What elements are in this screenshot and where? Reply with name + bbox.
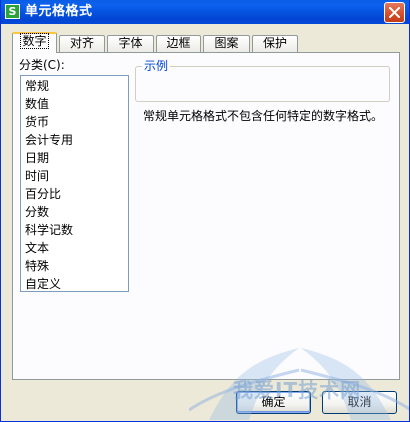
list-item[interactable]: 百分比 [21,185,128,203]
close-icon [389,7,400,18]
category-label: 分类(C): [19,58,65,72]
list-item[interactable]: 货币 [21,113,128,131]
list-item[interactable]: 日期 [21,149,128,167]
tab-label: 对齐 [69,36,94,50]
sample-legend: 示例 [142,58,171,74]
list-item[interactable]: 分数 [21,203,128,221]
sample-group: 示例 [135,58,390,102]
tab-label: 字体 [118,36,143,50]
tab-label: 图案 [214,36,239,50]
tab-label: 边框 [166,36,191,50]
tab-border[interactable]: 边框 [156,35,201,52]
number-tab-panel: 分类(C): 常规 数值 货币 会计专用 日期 时间 百分比 分数 科学记数 文… [12,52,400,380]
tab-number[interactable]: 数字 [12,32,57,53]
category-list[interactable]: 常规 数值 货币 会计专用 日期 时间 百分比 分数 科学记数 文本 特殊 自定… [20,75,129,292]
watermark-text: 我爱IT技术网 [233,378,362,402]
format-description: 常规单元格格式不包含任何特定的数字格式。 [143,109,384,123]
tab-protection[interactable]: 保护 [252,35,298,52]
tab-label: 数字 [20,33,49,49]
list-item[interactable]: 常规 [21,77,128,95]
tab-pattern[interactable]: 图案 [203,35,250,52]
close-button[interactable] [384,2,405,23]
title-bar[interactable]: S 单元格格式 [1,0,409,24]
list-item[interactable]: 自定义 [21,275,128,293]
format-cells-dialog: S 单元格格式 数字 对齐 字体 边框 图案 保护 分类(C): 常规 数值 货… [0,0,410,422]
list-item[interactable]: 时间 [21,167,128,185]
list-item[interactable]: 数值 [21,95,128,113]
window-title: 单元格格式 [25,4,93,19]
list-item[interactable]: 会计专用 [21,131,128,149]
list-item[interactable]: 特殊 [21,257,128,275]
tab-font[interactable]: 字体 [107,35,154,52]
list-item[interactable]: 文本 [21,239,128,257]
app-icon: S [5,4,20,19]
tab-alignment[interactable]: 对齐 [59,35,105,52]
tab-label: 保护 [262,36,287,50]
list-item[interactable]: 科学记数 [21,221,128,239]
